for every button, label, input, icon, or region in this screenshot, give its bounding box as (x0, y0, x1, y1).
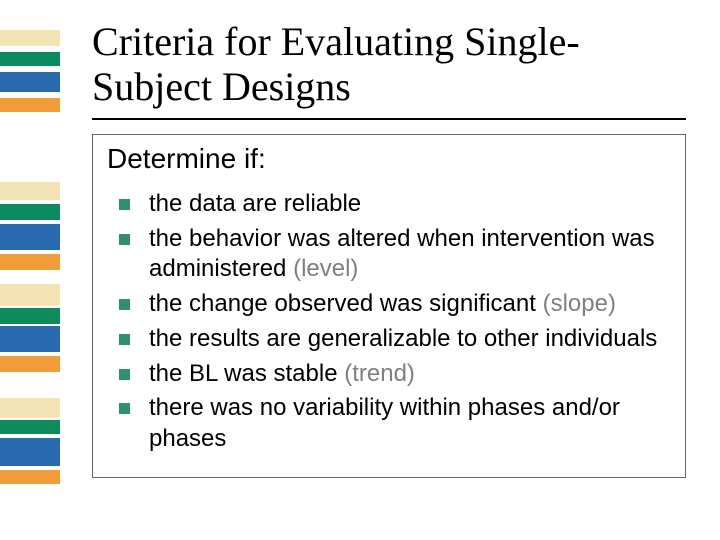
bullet-paren: (slope) (543, 290, 616, 317)
stripe (0, 356, 60, 372)
stripe (0, 398, 60, 418)
bullet-text: the behavior was altered when interventi… (149, 225, 655, 283)
bullet-item: the data are reliable (119, 189, 671, 220)
bullet-text: the data are reliable (149, 190, 361, 217)
stripe (0, 52, 60, 66)
slide: Criteria for Evaluating Single-Subject D… (0, 0, 720, 540)
bullet-list: the data are reliable the behavior was al… (107, 189, 671, 455)
stripe (0, 204, 60, 220)
bullet-text: the change observed was significant (149, 290, 543, 317)
lead-text: Determine if: (107, 143, 671, 175)
bullet-square-icon (119, 199, 130, 210)
stripe (0, 438, 60, 466)
bullet-item: the BL was stable (trend) (119, 359, 671, 390)
stripe (0, 284, 60, 306)
title-underline (92, 118, 686, 120)
stripe (0, 420, 60, 434)
bullet-square-icon (119, 334, 130, 345)
bullet-paren: (level) (293, 255, 358, 282)
bullet-text: the BL was stable (149, 360, 344, 387)
slide-title: Criteria for Evaluating Single-Subject D… (92, 20, 682, 110)
bullet-square-icon (119, 299, 130, 310)
bullet-text: there was no variability within phases a… (149, 394, 620, 452)
bullet-square-icon (119, 369, 130, 380)
stripe (0, 224, 60, 250)
bullet-item: the results are generalizable to other i… (119, 324, 671, 355)
bullet-item: the behavior was altered when interventi… (119, 224, 671, 285)
stripe (0, 182, 60, 200)
stripe (0, 254, 60, 270)
bullet-paren: (trend) (344, 360, 415, 387)
bullet-item: there was no variability within phases a… (119, 393, 671, 454)
stripe (0, 308, 60, 324)
stripe (0, 326, 60, 352)
bullet-item: the change observed was significant (slo… (119, 289, 671, 320)
bullet-text: the results are generalizable to other i… (149, 325, 657, 352)
bullet-square-icon (119, 234, 130, 245)
stripe (0, 98, 60, 112)
body-box: Determine if: the data are reliable the b… (92, 134, 686, 478)
bullet-square-icon (119, 403, 130, 414)
stripe (0, 30, 60, 46)
stripe (0, 72, 60, 92)
stripe (0, 470, 60, 484)
